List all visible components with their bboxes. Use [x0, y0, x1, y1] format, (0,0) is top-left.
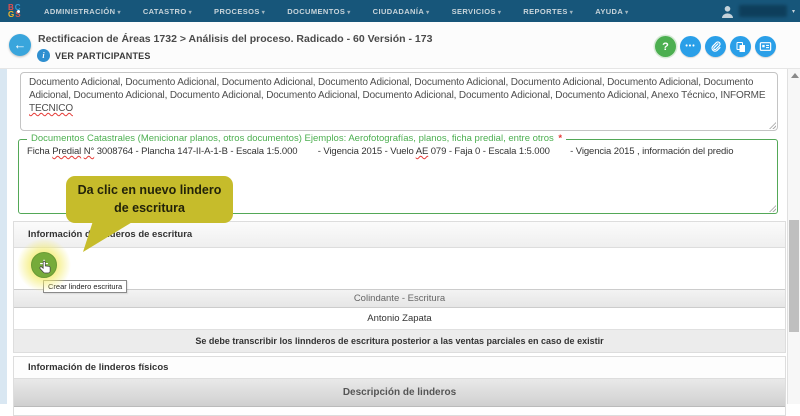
nav-label: SERVICIOS: [452, 7, 496, 16]
chevron-down-icon: ▾: [262, 10, 265, 16]
chevron-down-icon: ▾: [347, 10, 350, 16]
main-menu: ADMINISTRACIÓN▾ CATASTRO▾ PROCESOS▾ DOCU…: [44, 7, 629, 16]
documentos-catastrales-label: Documentos Catastrales (Menicionar plano…: [27, 133, 566, 144]
chevron-down-icon: ▾: [792, 8, 795, 15]
nav-item-ayuda[interactable]: AYUDA▾: [595, 7, 628, 16]
nav-label: PROCESOS: [214, 7, 260, 16]
nav-item-catastro[interactable]: CATASTRO▾: [143, 7, 192, 16]
logo-dot: [17, 10, 20, 13]
copy-documents-button[interactable]: [730, 36, 751, 57]
scrollbar-thumb[interactable]: [789, 220, 799, 332]
chevron-down-icon: ▾: [117, 10, 120, 16]
chevron-down-icon: ▾: [570, 10, 573, 16]
nav-item-administracion[interactable]: ADMINISTRACIÓN▾: [44, 7, 121, 16]
scroll-up-arrow-icon[interactable]: [791, 73, 799, 78]
nav-label: ADMINISTRACIÓN: [44, 7, 115, 16]
linderos-escritura-toolbar: + Crear lindero escritura: [14, 248, 785, 289]
resize-grip-icon[interactable]: [769, 122, 776, 129]
nav-item-documentos[interactable]: DOCUMENTOS▾: [287, 7, 350, 16]
nav-label: REPORTES: [523, 7, 567, 16]
nav-label: CIUDADANÍA: [373, 7, 425, 16]
callout-text: Da clic en nuevo lindero de escritura: [74, 182, 225, 217]
nav-item-ciudadania[interactable]: CIUDADANÍA▾: [373, 7, 430, 16]
page-header: ← Rectificacion de Áreas 1732 > Análisis…: [0, 22, 800, 69]
descripcion-linderos-header: Descripción de linderos: [14, 379, 785, 407]
nav-label: CATASTRO: [143, 7, 187, 16]
required-asterisk: *: [558, 133, 562, 144]
back-button[interactable]: ←: [9, 34, 31, 56]
documentos-adicionales-value: Documento Adicional, Documento Adicional…: [21, 73, 777, 118]
ellipsis-icon: •••: [685, 43, 695, 50]
crear-lindero-tooltip: Crear lindero escritura: [43, 280, 127, 293]
ver-participantes-link[interactable]: VER PARTICIPANTES: [55, 51, 151, 61]
nav-item-procesos[interactable]: PROCESOS▾: [214, 7, 265, 16]
info-icon: i: [37, 49, 50, 62]
linderos-fisicos-panel: Información de linderos físicos Descripc…: [13, 356, 786, 416]
colindante-table-header: Colindante - Escritura: [14, 289, 785, 308]
nav-label: DOCUMENTOS: [287, 7, 345, 16]
top-navbar: BC GS ADMINISTRACIÓN▾ CATASTRO▾ PROCESOS…: [0, 0, 800, 22]
help-button[interactable]: ?: [655, 36, 676, 57]
resize-grip-icon[interactable]: [769, 205, 776, 212]
tutorial-callout: Da clic en nuevo lindero de escritura: [66, 176, 233, 223]
copy-icon: [735, 41, 747, 53]
question-icon: ?: [662, 41, 669, 53]
chevron-down-icon: ▾: [498, 10, 501, 16]
chevron-down-icon: ▾: [426, 10, 429, 16]
id-card-icon: [759, 40, 772, 53]
attachments-button[interactable]: [705, 36, 726, 57]
chevron-down-icon: ▾: [625, 10, 628, 16]
notes-button[interactable]: [755, 36, 776, 57]
more-actions-button[interactable]: •••: [680, 36, 701, 57]
linderos-fisicos-title: Información de linderos físicos: [14, 357, 785, 379]
bcgs-logo: BC GS: [8, 4, 30, 18]
user-menu[interactable]: ▾: [721, 0, 797, 22]
left-margin-strip: [0, 68, 7, 404]
nav-label: AYUDA: [595, 7, 623, 16]
paperclip-icon: [709, 40, 722, 53]
chevron-down-icon: ▾: [189, 10, 192, 16]
legend-text: Documentos Catastrales (Menicionar plano…: [31, 133, 556, 144]
hand-cursor-icon: [38, 260, 53, 277]
person-icon: [721, 5, 734, 18]
colindante-table-row[interactable]: Antonio Zapata: [14, 308, 785, 330]
nav-item-servicios[interactable]: SERVICIOS▾: [452, 7, 502, 16]
blurred-username: [739, 5, 787, 17]
vertical-scrollbar[interactable]: [787, 68, 800, 404]
documentos-adicionales-field[interactable]: Documento Adicional, Documento Adicional…: [20, 72, 778, 131]
nav-item-reportes[interactable]: REPORTES▾: [523, 7, 573, 16]
callout-tail: [82, 221, 134, 252]
colindante-table-footer: Se debe transcribir los linnderos de esc…: [14, 330, 785, 352]
breadcrumb: Rectificacion de Áreas 1732 > Análisis d…: [38, 33, 432, 45]
